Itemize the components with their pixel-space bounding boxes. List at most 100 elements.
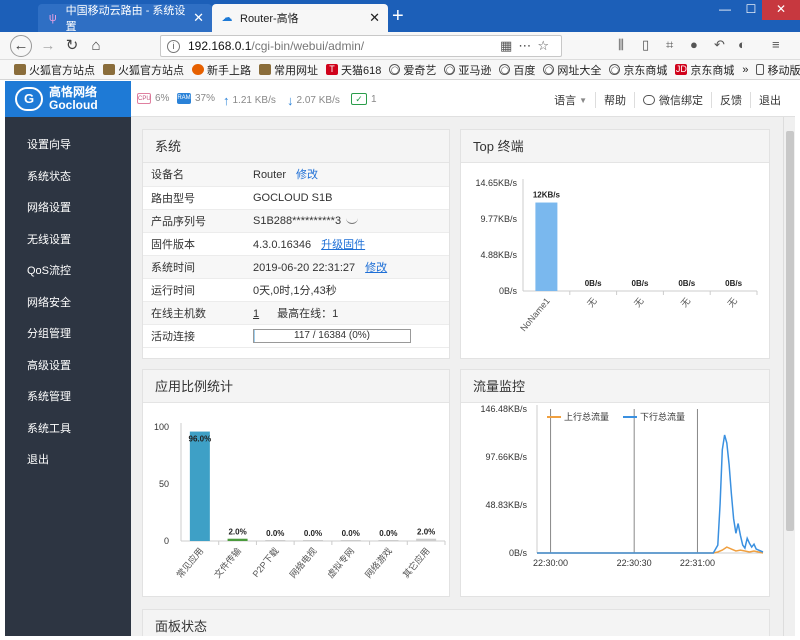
eye-icon[interactable]: [346, 218, 359, 224]
logout-link[interactable]: 退出: [750, 92, 789, 108]
series-line: [537, 434, 764, 554]
close-icon[interactable]: ✕: [369, 10, 380, 26]
window-close-button[interactable]: ✕: [762, 0, 800, 20]
wechat-icon: [643, 95, 655, 105]
gocloud-logo[interactable]: G 高恪网络 Gocloud: [5, 81, 131, 117]
language-menu[interactable]: 语言 ▼: [546, 92, 595, 108]
bar: [189, 431, 210, 541]
page-scrollbar[interactable]: [783, 117, 795, 636]
bookmark-item[interactable]: 火狐官方站点: [103, 62, 184, 78]
legend-label: 下行总流量: [640, 411, 685, 422]
bookmark-item[interactable]: ◯ 网址大全: [543, 62, 601, 78]
wechat-bind-link[interactable]: 微信绑定: [634, 92, 711, 108]
max-online-value: 最高在线：1: [277, 307, 339, 320]
x-tick-label: 无: [726, 296, 739, 309]
edit-device-name-link[interactable]: 修改: [296, 169, 318, 181]
back-button[interactable]: ←: [10, 35, 32, 57]
x-tick-label: 其它应用: [400, 545, 432, 580]
table-row: 系统时间 2019-06-20 22:31:27 修改: [143, 255, 449, 278]
bar: [416, 538, 437, 541]
y-tick-label: 48.83KB/s: [485, 500, 527, 510]
row-label: 产品序列号: [151, 215, 206, 228]
y-tick-label: 50: [159, 479, 169, 489]
scrollbar-thumb[interactable]: [786, 131, 794, 531]
sidebar-item-logout[interactable]: 退出: [5, 445, 131, 477]
sidebar-icon[interactable]: ▯: [642, 37, 649, 53]
firmware-version-value: 4.3.0.16346: [253, 238, 312, 251]
bookmark-item[interactable]: ◯ 亚马逊: [444, 62, 491, 78]
extension-icon[interactable]: ◐: [738, 37, 746, 52]
new-tab-button[interactable]: +: [392, 6, 404, 26]
sidebar-item-system-tools[interactable]: 系统工具: [5, 414, 131, 446]
row-label: 固件版本: [151, 238, 195, 251]
system-panel: 系统 设备名 Router 修改 路由型号 GOCLOUD S1B 产品序列号 S…: [142, 129, 450, 359]
table-row: 固件版本 4.3.0.16346 升级固件: [143, 232, 449, 255]
bookmark-item[interactable]: T 天猫618: [326, 62, 381, 78]
x-tick-label: 22:31:00: [680, 558, 715, 568]
forward-button[interactable]: →: [38, 36, 58, 56]
bookmark-item[interactable]: ◯ 爱奇艺: [389, 62, 436, 78]
sidebar-item-setup-wizard[interactable]: 设置向导: [5, 130, 131, 162]
undo-icon[interactable]: ↶: [714, 37, 725, 53]
ram-icon: RAM: [177, 93, 191, 104]
table-row: 活动连接 117 / 16384 (0%): [143, 324, 449, 347]
edit-time-link[interactable]: 修改: [365, 262, 387, 274]
online-hosts-link[interactable]: 1: [253, 308, 259, 320]
sidebar-item-advanced-settings[interactable]: 高级设置: [5, 351, 131, 383]
sidebar-item-network-security[interactable]: 网络安全: [5, 288, 131, 320]
y-tick-label: 97.66KB/s: [485, 452, 527, 462]
bar-value-label: 0.0%: [266, 529, 284, 538]
sidebar-item-system-status[interactable]: 系统状态: [5, 162, 131, 194]
help-link[interactable]: 帮助: [595, 92, 634, 108]
serial-number-value: S1B288**********3: [253, 214, 342, 227]
sidebar-item-system-management[interactable]: 系统管理: [5, 382, 131, 414]
wifi-icon: ψ: [48, 12, 57, 24]
sidebar: 设置向导 系统状态 网络设置 无线设置 QoS流控 网络安全 分组管理 高级设置…: [5, 117, 131, 636]
info-icon[interactable]: i: [167, 39, 180, 53]
bookmark-item[interactable]: ◯ 京东商城: [609, 62, 667, 78]
more-icon[interactable]: ⋯: [518, 38, 537, 53]
star-icon[interactable]: ☆: [537, 38, 555, 53]
minimize-button[interactable]: —: [712, 0, 738, 20]
sidebar-item-group-management[interactable]: 分组管理: [5, 319, 131, 351]
address-bar[interactable]: i 192.168.0.1/cgi-bin/webui/admin/ ▦⋯☆: [160, 35, 562, 57]
bookmark-item[interactable]: ◯ 百度: [499, 62, 535, 78]
url-tools: ▦⋯☆: [500, 38, 555, 54]
firefox-icon: [192, 64, 204, 75]
globe-icon: ◯: [499, 64, 511, 75]
y-tick-label: 14.65KB/s: [475, 178, 517, 188]
close-icon[interactable]: ✕: [193, 10, 204, 26]
chat-icon[interactable]: ●: [690, 37, 698, 52]
top-terminals-title: Top 终端: [461, 130, 769, 163]
bookmark-item[interactable]: 移动版书签: [756, 62, 800, 78]
active-connections-value: 117 / 16384 (0%): [294, 329, 370, 341]
bar-value-label: 0B/s: [678, 279, 695, 288]
y-tick-label: 0B/s: [499, 286, 518, 296]
maximize-button[interactable]: ☐: [738, 0, 764, 20]
bar: [340, 540, 361, 541]
bookmarks-overflow-button[interactable]: »: [742, 64, 748, 76]
sidebar-item-network-settings[interactable]: 网络设置: [5, 193, 131, 225]
tab-router-gocloud[interactable]: ☁ Router-高恪 ✕: [212, 4, 388, 32]
crop-icon[interactable]: ⌗: [666, 37, 673, 53]
home-button[interactable]: ⌂: [86, 36, 106, 56]
feedback-link[interactable]: 反馈: [711, 92, 750, 108]
menu-icon[interactable]: ≡: [772, 37, 780, 52]
top-terminals-panel: Top 终端 14.65KB/s 9.77KB/s 4.88KB/s 0B/s 12KB…: [460, 129, 770, 359]
bookmark-item[interactable]: JD 京东商城: [675, 62, 734, 78]
bookmark-item[interactable]: 火狐官方站点: [14, 62, 95, 78]
sidebar-item-qos[interactable]: QoS流控: [5, 256, 131, 288]
bookmark-item[interactable]: 新手上路: [192, 62, 251, 78]
library-icon[interactable]: ⫼: [618, 37, 624, 53]
x-tick-label: 无: [679, 296, 692, 309]
tab-cmcc-router[interactable]: ψ 中国移动云路由 - 系统设置 ✕: [38, 4, 212, 33]
bar: [303, 540, 323, 541]
qr-code-icon[interactable]: ▦: [500, 38, 518, 53]
bar-value-label: 0B/s: [632, 279, 649, 288]
upgrade-firmware-link[interactable]: 升级固件: [321, 239, 365, 251]
navigation-bar: ← → ↻ ⌂ i 192.168.0.1/cgi-bin/webui/admi…: [0, 32, 800, 60]
sidebar-item-wireless-settings[interactable]: 无线设置: [5, 225, 131, 257]
reload-button[interactable]: ↻: [62, 36, 82, 56]
bookmark-item[interactable]: 常用网址: [259, 62, 318, 78]
router-model-value: GOCLOUD S1B: [253, 191, 333, 204]
